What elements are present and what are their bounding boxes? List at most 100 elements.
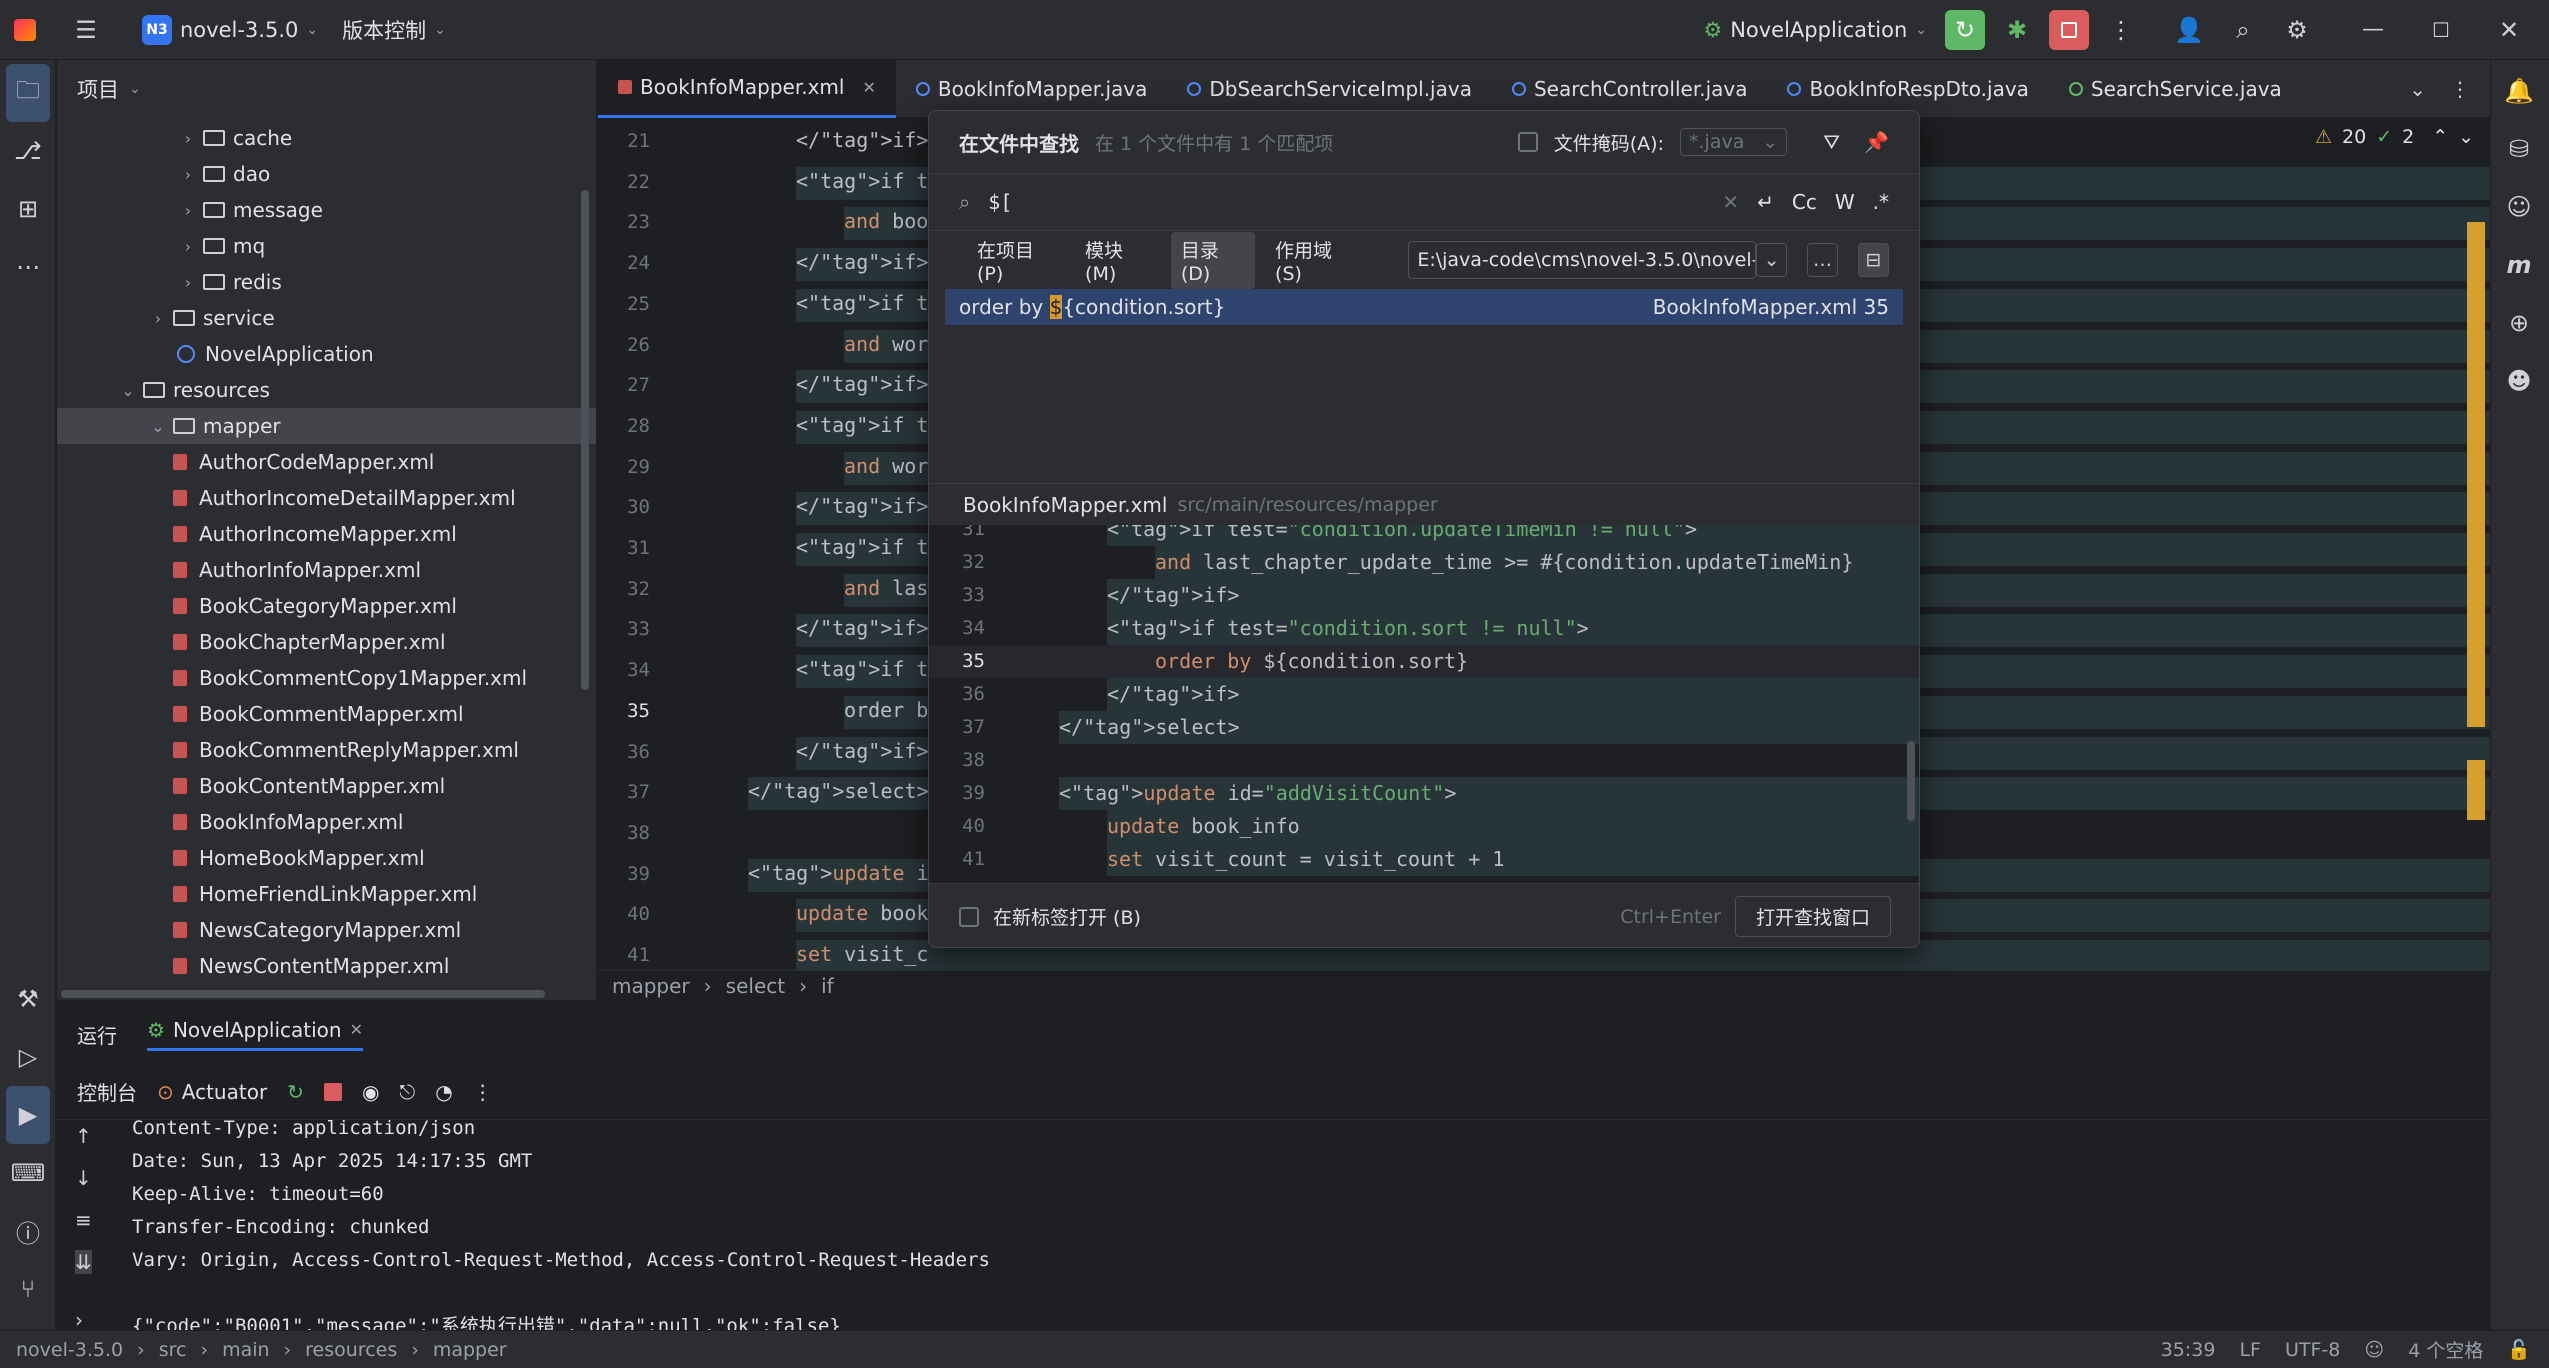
chevron-down-icon[interactable]: ⌄ [117,381,139,400]
database-icon[interactable]: ⛁ [2491,120,2547,178]
preview-code[interactable]: 31 <"tag">if test="condition.updateTimeMi… [929,525,1919,883]
run-config-selector[interactable]: ⚙ NovelApplication ⌄ [1703,18,1927,42]
close-window-button[interactable]: ✕ [2489,10,2529,50]
gauge-icon[interactable]: ◔ [435,1080,452,1104]
scope-tab[interactable]: 模块 (M) [1075,232,1161,289]
more-actions-icon[interactable]: ⋮ [2450,77,2470,101]
clear-icon[interactable]: ✕ [1722,190,1739,214]
project-tool-icon[interactable]: 🗀 [6,64,50,122]
tree-item[interactable]: NewsCategoryMapper.xml [57,912,596,948]
file-mask-checkbox[interactable] [1517,132,1538,152]
tree-item[interactable]: HomeFriendLinkMapper.xml [57,876,596,912]
exit-icon[interactable]: ⎋ [399,1080,415,1104]
problems-tool-icon[interactable]: ⓘ [0,1202,56,1260]
scope-tab[interactable]: 在项目 (P) [967,232,1065,289]
maximize-button[interactable]: ☐ [2421,10,2461,50]
tree-item[interactable]: › redis [57,264,596,300]
tree-item[interactable]: AuthorIncomeMapper.xml [57,516,596,552]
tree-item[interactable]: NewsContentMapper.xml [57,948,596,984]
editor-scroll-marker[interactable] [2467,222,2485,727]
editor-tab[interactable]: BookInfoRespDto.java [1767,60,2048,118]
search-everywhere-icon[interactable]: ⌕ [2223,10,2263,50]
console-output[interactable]: Content-Type: application/json Date: Sun,… [132,1112,990,1343]
editor-tab[interactable]: BookInfoMapper.java [896,60,1167,118]
close-icon[interactable]: ✕ [350,1020,363,1039]
search-input[interactable]: $[ [988,190,1704,214]
chevron-right-icon[interactable]: › [177,165,199,184]
status-path-item[interactable]: resources [305,1339,397,1361]
editor-tab[interactable]: SearchController.java [1492,60,1768,118]
soft-wrap-icon[interactable]: ≡ [75,1208,92,1232]
caret-position[interactable]: 35:39 [2161,1339,2216,1361]
new-line-icon[interactable]: ↵ [1757,190,1774,214]
tree-item[interactable]: BookCategoryMapper.xml [57,588,596,624]
indent-setting[interactable]: 4 个空格 [2408,1336,2483,1363]
chevron-right-icon[interactable]: › [147,309,169,328]
whole-words-button[interactable]: W [1835,190,1855,214]
rerun-button[interactable]: ↻ [1945,9,1985,50]
copilot-icon[interactable]: ☻ [2491,352,2547,410]
scope-tab[interactable]: 作用域(S) [1265,232,1358,289]
close-tab-icon[interactable]: ✕ [862,78,875,97]
structure-tool-icon[interactable]: ⊞ [0,180,56,238]
tree-item[interactable]: BookInfoMapper.xml [57,804,596,840]
tree-horizontal-scrollbar[interactable] [61,990,545,998]
chevron-up-icon[interactable]: ⌃ [2432,126,2448,148]
tree-item[interactable]: BookContentMapper.xml [57,768,596,804]
tree-item[interactable]: BookCommentMapper.xml [57,696,596,732]
status-path-item[interactable]: mapper [433,1339,507,1361]
minimize-button[interactable]: — [2353,10,2393,50]
add-user-icon[interactable]: 👤 [2169,10,2209,50]
rerun-icon[interactable]: ↻ [287,1080,304,1104]
pin-icon[interactable]: 📌 [1864,130,1889,154]
notifications-icon[interactable]: 🔔 [2491,62,2547,120]
settings-gear-icon[interactable]: ⚙ [2277,10,2317,50]
tree-item[interactable]: › dao [57,156,596,192]
project-panel-header[interactable]: 项目 ⌄ [57,60,596,118]
endpoints-icon[interactable]: ⊕ [2491,294,2547,352]
open-in-new-tab-checkbox[interactable] [959,906,979,927]
chevron-right-icon[interactable]: › [177,201,199,220]
line-separator[interactable]: LF [2239,1339,2261,1361]
chevron-down-icon[interactable]: ⌄ [2409,77,2426,101]
editor-scroll-marker[interactable] [2467,760,2485,820]
arrow-down-icon[interactable]: ↓ [75,1166,92,1190]
tree-item[interactable]: › message [57,192,596,228]
maven-icon[interactable]: m [2491,236,2547,294]
editor-tab[interactable]: DbSearchServiceImpl.java [1167,60,1492,118]
actuator-tab[interactable]: ⊙ Actuator [157,1080,267,1104]
ai-assistant-icon[interactable]: ☺ [2491,178,2547,236]
more-tools-icon[interactable]: ⋯ [0,238,56,296]
recursive-toggle-icon[interactable]: ⊟ [1858,243,1889,277]
directory-field[interactable]: E:\java-code\cms\novel-3.5.0\novel- [1408,241,1757,279]
tree-item[interactable]: › cache [57,120,596,156]
file-encoding[interactable]: UTF-8 [2285,1339,2340,1361]
camera-icon[interactable]: ◉ [362,1080,379,1104]
more-actions-icon[interactable]: ⋮ [473,1080,493,1104]
tree-item[interactable]: BookCommentReplyMapper.xml [57,732,596,768]
scroll-to-end-icon[interactable]: ⇊ [75,1250,92,1274]
tree-item[interactable]: AuthorCodeMapper.xml [57,444,596,480]
regex-button[interactable]: .* [1873,190,1889,214]
open-find-window-button[interactable]: 打开查找窗口 [1734,896,1891,937]
status-path-item[interactable]: main [222,1339,269,1361]
tree-item[interactable]: HomeBookMapper.xml [57,840,596,876]
console-tab[interactable]: 控制台 [77,1077,137,1106]
status-path-item[interactable]: novel-3.5.0 [16,1339,123,1361]
terminal-tool-icon[interactable]: ⌨ [0,1144,56,1202]
directory-dropdown-button[interactable]: ⌄ [1756,243,1788,277]
commit-tool-icon[interactable]: ⎇ [0,122,56,180]
run-tool-icon[interactable]: ▶ [6,1086,50,1144]
tree-item[interactable]: › service [57,300,596,336]
stop-icon[interactable] [323,1082,342,1101]
tree-item[interactable]: AuthorInfoMapper.xml [57,552,596,588]
inspection-widget[interactable]: ⚠ 20 ✓ 2 ⌃ ⌄ [2315,126,2474,148]
chevron-right-icon[interactable]: › [177,237,199,256]
breadcrumb-item[interactable]: mapper [612,974,690,998]
tree-scrollbar[interactable] [581,190,589,690]
lock-icon[interactable]: 🔓 [2507,1338,2531,1361]
preview-scrollbar[interactable] [1907,741,1915,821]
run-config-tab[interactable]: ⚙ NovelApplication ✕ [147,1018,363,1051]
chevron-right-icon[interactable]: › [177,273,199,292]
chevron-down-icon[interactable]: ⌄ [2458,126,2474,148]
